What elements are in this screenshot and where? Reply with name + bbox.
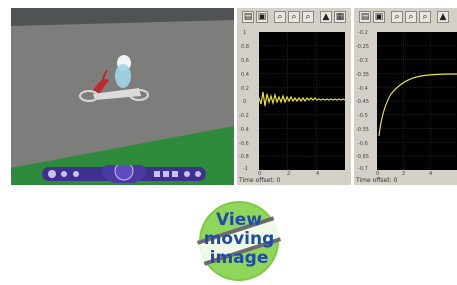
x-tick: 4 bbox=[429, 171, 433, 177]
y-tick: -0.3 bbox=[358, 58, 368, 64]
y-tick: -0.2 bbox=[239, 113, 249, 119]
badge-text-moving: moving bbox=[203, 229, 275, 249]
y-tick: -0.25 bbox=[356, 44, 369, 50]
scope-window-right: ▤ ▣ ⌕ ⌕ ⌕ ▲ -0.2 -0.25 -0.3 -0.35 -0.4 -… bbox=[354, 8, 457, 185]
y-tick: -0.2 bbox=[358, 30, 368, 36]
params-icon[interactable]: ▣ bbox=[256, 11, 268, 23]
save-axes-icon[interactable]: ▦ bbox=[334, 11, 346, 23]
y-tick: -1 bbox=[243, 166, 248, 172]
y-tick: -0.8 bbox=[239, 154, 249, 160]
y-tick: 0.2 bbox=[241, 86, 249, 92]
y-tick: -0.45 bbox=[356, 99, 369, 105]
time-offset-label: Time offset: 0 bbox=[356, 177, 398, 184]
y-tick: 0.4 bbox=[241, 72, 249, 78]
signal-trace-left bbox=[259, 91, 345, 107]
scope-toolbar: ▤ ▣ ⌕ ⌕ ⌕ ▲ ▦ bbox=[237, 8, 351, 28]
zoom-icon[interactable]: ⌕ bbox=[391, 11, 403, 23]
autoscale-icon[interactable]: ▲ bbox=[320, 11, 332, 23]
y-tick: -0.6 bbox=[239, 141, 249, 147]
zoom-y-icon[interactable]: ⌕ bbox=[419, 11, 431, 23]
x-tick: 4 bbox=[316, 171, 320, 177]
scope-plot-right bbox=[377, 32, 457, 170]
view-moving-image-button[interactable]: View moving image bbox=[194, 200, 284, 282]
zoom-y-icon[interactable]: ⌕ bbox=[302, 11, 314, 23]
time-offset-label: Time offset: 0 bbox=[239, 177, 281, 184]
y-tick: -0.7 bbox=[358, 166, 368, 172]
y-tick: -0.65 bbox=[356, 154, 369, 160]
zoom-icon[interactable]: ⌕ bbox=[274, 11, 286, 23]
print-icon[interactable]: ▤ bbox=[359, 11, 371, 23]
y-tick: 0 bbox=[243, 99, 247, 105]
params-icon[interactable]: ▣ bbox=[373, 11, 385, 23]
zoom-x-icon[interactable]: ⌕ bbox=[288, 11, 300, 23]
signal-trace-right bbox=[378, 73, 457, 137]
scope-window-left: ▤ ▣ ⌕ ⌕ ⌕ ▲ ▦ 1 0.8 0.6 0.4 0.2 0 -0.2 -… bbox=[237, 8, 351, 185]
y-tick: -0.6 bbox=[358, 141, 368, 147]
y-tick: -0.5 bbox=[358, 113, 368, 119]
vr-viewer[interactable] bbox=[11, 8, 234, 185]
autoscale-icon[interactable]: ▲ bbox=[437, 11, 449, 23]
y-tick: -0.4 bbox=[358, 86, 368, 92]
vr-scene bbox=[11, 8, 234, 185]
scope-toolbar: ▤ ▣ ⌕ ⌕ ⌕ ▲ bbox=[354, 8, 457, 28]
y-tick: -0.55 bbox=[356, 127, 369, 133]
y-tick: 0.8 bbox=[241, 44, 249, 50]
x-tick: 2 bbox=[287, 171, 291, 177]
y-tick: -0.35 bbox=[356, 72, 369, 78]
y-tick: -0.4 bbox=[239, 127, 249, 133]
x-tick: 2 bbox=[402, 171, 406, 177]
vr-navigation-bar[interactable] bbox=[42, 165, 206, 183]
zoom-x-icon[interactable]: ⌕ bbox=[405, 11, 417, 23]
scope-plot-left bbox=[259, 32, 345, 170]
badge-text-view: View bbox=[216, 210, 262, 230]
y-tick: 1 bbox=[243, 30, 247, 36]
print-icon[interactable]: ▤ bbox=[242, 11, 254, 23]
y-tick: 0.6 bbox=[241, 58, 249, 64]
badge-text-image: image bbox=[209, 248, 269, 268]
